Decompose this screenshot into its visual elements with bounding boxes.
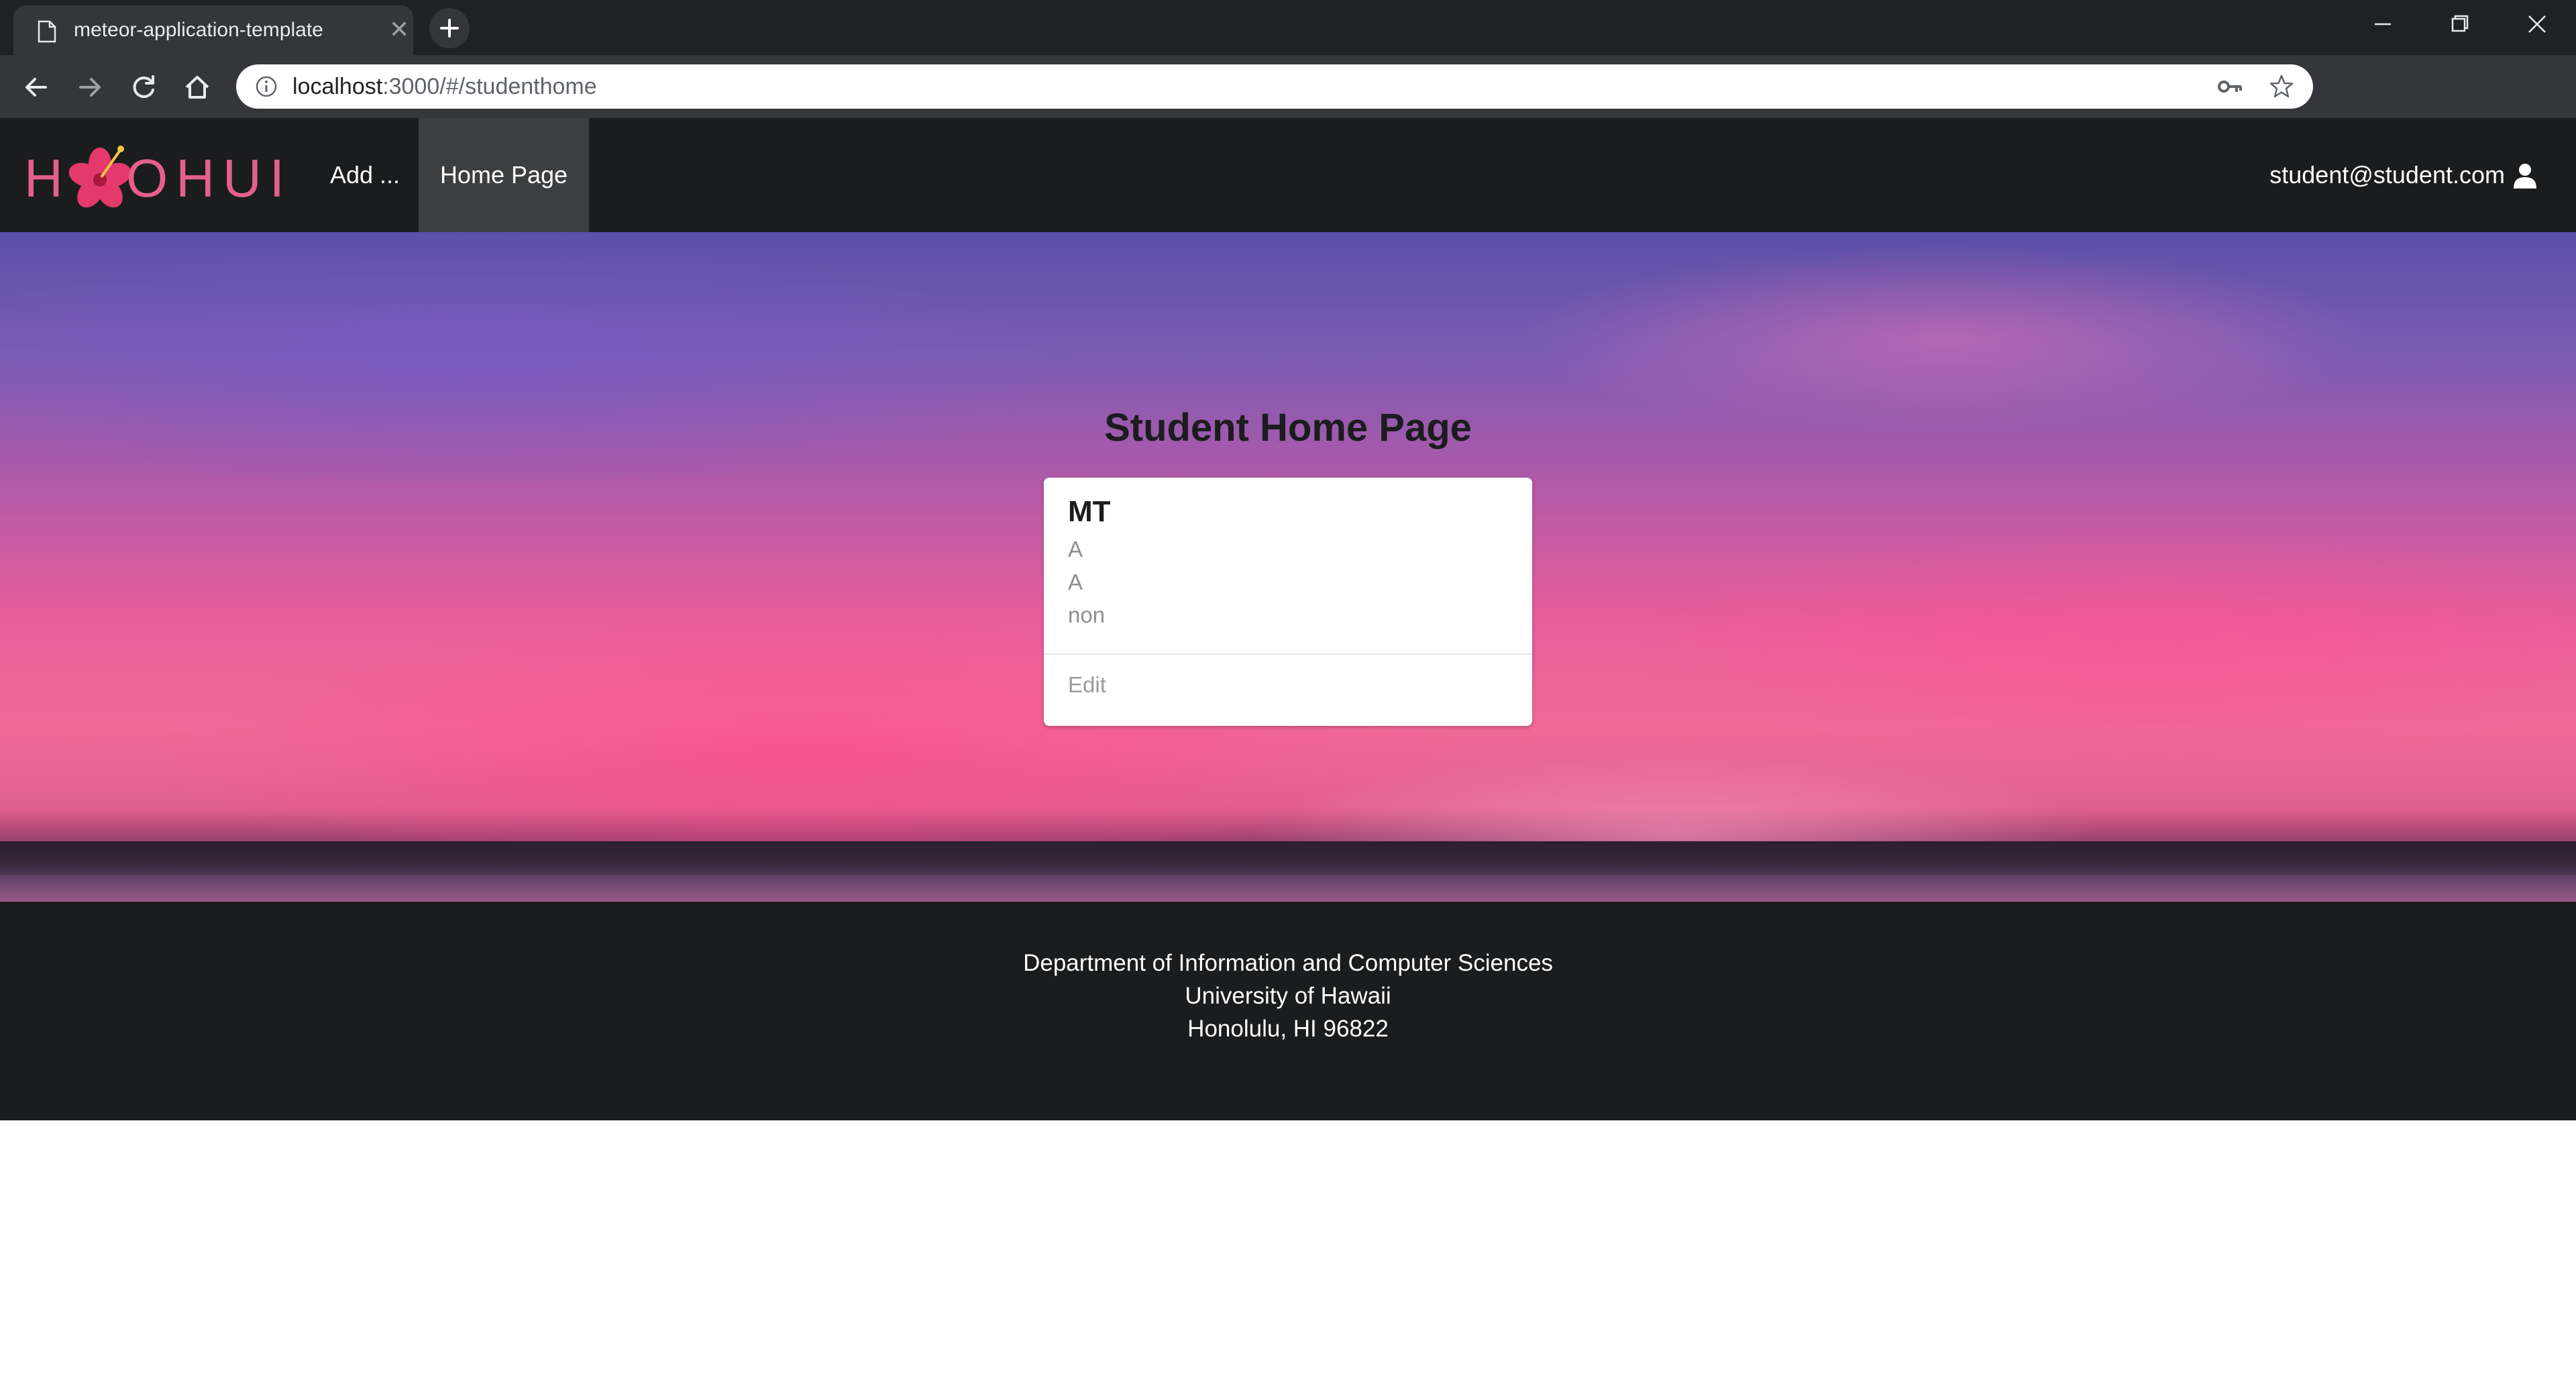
card-divider: [1044, 653, 1532, 655]
card-meta-line: A: [1068, 537, 1083, 562]
forward-icon[interactable]: [74, 71, 106, 103]
key-icon[interactable]: [2216, 75, 2243, 98]
address-bar[interactable]: localhost:3000/#/studenthome: [236, 64, 2313, 109]
plus-icon: [440, 19, 459, 38]
minimize-icon: [2375, 23, 2391, 25]
url-path: :3000/#/studenthome: [382, 74, 597, 99]
info-icon[interactable]: [255, 75, 278, 98]
footer-line: Honolulu, HI 96822: [1187, 1016, 1389, 1042]
nav-add-dropdown[interactable]: Add ...: [330, 118, 400, 232]
browser-tabbar: meteor-application-template ✕: [0, 0, 2576, 55]
url-host: localhost: [292, 74, 383, 99]
app-navbar: H OHUI Add ... Home Page student@student…: [0, 118, 2576, 232]
url-text[interactable]: localhost:3000/#/studenthome: [292, 74, 597, 100]
app-logo[interactable]: H OHUI: [24, 141, 284, 208]
close-window-icon: [2528, 15, 2546, 33]
footer-line: University of Hawaii: [1185, 983, 1391, 1009]
page-icon: [38, 20, 56, 43]
restore-icon: [2451, 15, 2469, 32]
back-icon[interactable]: [20, 71, 52, 103]
nav-home-page[interactable]: Home Page: [419, 118, 589, 232]
minimize-button[interactable]: [2345, 0, 2420, 48]
close-icon[interactable]: ✕: [389, 16, 409, 43]
student-card: MT A A non Edit: [1044, 478, 1532, 726]
browser-tab[interactable]: meteor-application-template ✕: [13, 5, 413, 55]
page-footer: Department of Information and Computer S…: [0, 902, 2576, 1120]
card-meta-line: A: [1068, 570, 1083, 594]
logo-text-right: OHUI: [126, 148, 292, 208]
tab-title: meteor-application-template: [74, 19, 323, 41]
home-icon[interactable]: [181, 71, 213, 103]
hero-background: Student Home Page MT A A non Edit: [0, 232, 2576, 902]
user-menu[interactable]: student@student.com: [2269, 118, 2505, 232]
browser-toolbar: localhost:3000/#/studenthome D: [0, 55, 2576, 158]
page-title: Student Home Page: [1104, 406, 1472, 449]
footer-line: Department of Information and Computer S…: [1023, 950, 1553, 976]
star-icon[interactable]: [2269, 74, 2294, 99]
card-header: MT: [1068, 495, 1111, 528]
reload-icon[interactable]: [127, 71, 160, 103]
card-meta-line: non: [1068, 602, 1106, 627]
water-reflection: [0, 875, 2576, 902]
edit-link[interactable]: Edit: [1068, 672, 1106, 698]
new-tab-button[interactable]: [429, 8, 470, 48]
user-icon[interactable]: [2512, 162, 2538, 189]
restore-button[interactable]: [2422, 0, 2497, 48]
close-window-button[interactable]: [2500, 0, 2575, 48]
